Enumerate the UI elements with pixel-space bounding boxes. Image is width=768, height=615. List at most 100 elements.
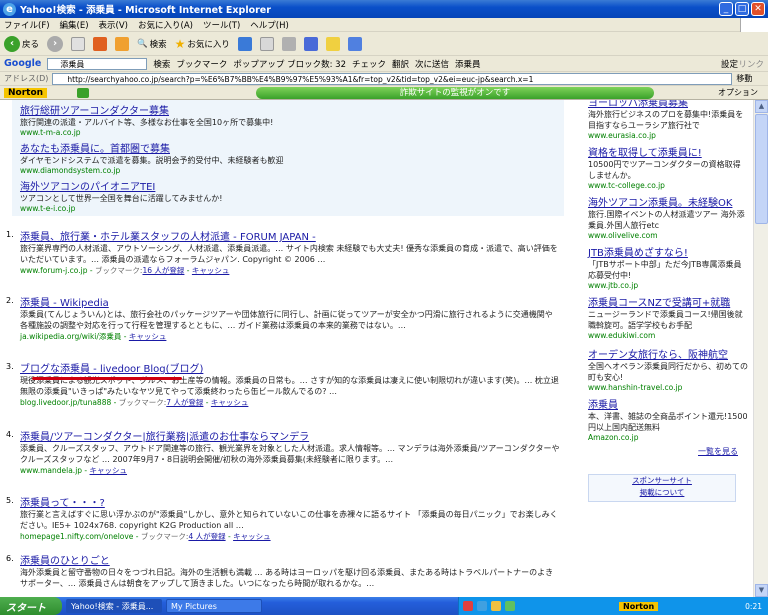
back-button[interactable]: ‹ 戻る: [4, 35, 39, 52]
result-item: 5. 添乗員って・・・? 旅行業と言えばすぐに思い浮かぶのが"添乗員"しかし、意…: [6, 494, 560, 542]
taskbar-item-ie[interactable]: Yahoo!検索 - 添乗員...: [66, 599, 162, 613]
home-icon[interactable]: [115, 36, 130, 51]
address-label: アドレス(D): [4, 74, 49, 83]
globe-icon[interactable]: [97, 86, 111, 100]
favorites-button[interactable]: ★ お気に入り: [175, 37, 230, 51]
bookmark-button[interactable]: ブックマーク: [176, 58, 227, 70]
back-arrow-icon: ‹: [4, 35, 20, 52]
norton-logo: Norton: [4, 87, 48, 98]
window-title: Yahoo!検索 - 添乗員 - Microsoft Internet Expl…: [20, 5, 271, 16]
ad-title[interactable]: 海外ツアコンのパイオニアTEI: [20, 178, 222, 193]
tray-norton[interactable]: Norton: [619, 601, 659, 611]
ad-title[interactable]: あなたも添乗員に。首都圏で募集: [20, 140, 284, 155]
sponsor-site-link[interactable]: スポンサーサイト: [589, 475, 735, 487]
search-button[interactable]: 🔍 検索: [137, 38, 167, 50]
right-ad-item: オーデン女旅行なら、阪神航空 全国へオペラン添乗員同行だから、初めての町も安心!…: [588, 350, 748, 392]
menu-favorites[interactable]: お気に入り(A): [138, 19, 193, 31]
messenger-icon[interactable]: [347, 36, 362, 51]
menu-tools[interactable]: ツール(T): [203, 19, 240, 31]
history-icon[interactable]: [237, 36, 252, 51]
translate-button[interactable]: 翻訳: [392, 58, 409, 70]
right-ad-item: 添乗員 本、洋書、雑誌の全商品ポイント還元!1500円以上国内配送無料 Amaz…: [588, 400, 748, 442]
right-ad-item: 添乗員コースNZで受講可+就職 ニュージーランドで添乗員コース!帰国後就職斡旋可…: [588, 298, 743, 340]
norton-safe-icon[interactable]: [77, 87, 90, 98]
highlight-button[interactable]: 添乗員: [455, 58, 481, 70]
result-item: 2. 添乗員 - Wikipedia 添乗員(てんじょういん)とは、旅行会社のパ…: [6, 294, 560, 342]
result-title[interactable]: ブログな添乗員 - livedoor Blog(ブログ): [20, 360, 560, 375]
ad-title[interactable]: 旅行総研ツアーコンダクター募集: [20, 102, 273, 117]
result-title[interactable]: 添乗員、旅行業・ホテル業スタッフの人材派遣 - FORUM JAPAN -: [20, 228, 560, 243]
menu-file[interactable]: ファイル(F): [4, 19, 50, 31]
scroll-down-icon[interactable]: ▼: [755, 584, 768, 597]
address-input[interactable]: http://searchyahoo.co.jp/search?p=%E6%B7…: [52, 72, 733, 85]
norton-toolbar: Norton 詐欺サイトの監視がオンです オプション: [0, 86, 768, 100]
forward-button[interactable]: ›: [47, 35, 64, 52]
sponsor-box: スポンサーサイト 掲載について: [588, 474, 736, 502]
right-ad-item: JTB添乗員めざすなら! 「JTBサポート中部」ただ今JTB専属添乗員応募受付中…: [588, 248, 742, 290]
print-icon[interactable]: [281, 36, 296, 51]
more-ads-link[interactable]: 一覧を見る: [698, 446, 738, 457]
tray-icon[interactable]: [463, 601, 473, 611]
result-item: 1. 添乗員、旅行業・ホテル業スタッフの人材派遣 - FORUM JAPAN -…: [6, 228, 560, 276]
sponsor-info-link[interactable]: 掲載について: [589, 487, 735, 499]
result-title[interactable]: 添乗員 - Wikipedia: [20, 294, 560, 309]
send-button[interactable]: 次に送信: [415, 58, 449, 70]
address-bar: アドレス(D) http://searchyahoo.co.jp/search?…: [0, 72, 768, 86]
edit-icon[interactable]: [303, 36, 318, 51]
menu-edit[interactable]: 編集(E): [60, 19, 89, 31]
scroll-thumb[interactable]: [755, 114, 768, 224]
clock: 0:21: [745, 601, 762, 611]
vertical-scrollbar[interactable]: ▲ ▼: [753, 100, 768, 597]
norton-options[interactable]: オプション: [718, 87, 758, 98]
maximize-button[interactable]: □: [735, 2, 749, 16]
result-title[interactable]: 添乗員って・・・?: [20, 494, 560, 509]
settings-button[interactable]: 設定: [721, 58, 738, 70]
tray-icon[interactable]: [477, 601, 487, 611]
ie-logo-icon: e: [3, 2, 16, 16]
forward-arrow-icon: ›: [47, 35, 64, 52]
taskbar: スタート Yahoo!検索 - 添乗員... My Pictures Norto…: [0, 597, 768, 615]
start-button[interactable]: スタート: [0, 597, 62, 615]
red-underline-mark: [32, 377, 182, 380]
result-item: 3. ブログな添乗員 - livedoor Blog(ブログ) 現役添乗員による…: [6, 360, 560, 407]
google-toolbar: Google 添乗員 検索 ブックマーク ポップアップ ブロック数: 32 チェ…: [0, 56, 768, 72]
menu-view[interactable]: 表示(V): [99, 19, 128, 31]
minimize-button[interactable]: _: [719, 2, 733, 16]
popup-blocker[interactable]: ポップアップ ブロック数: 32: [233, 58, 346, 70]
tray-icon[interactable]: [491, 601, 501, 611]
link-button[interactable]: リンク: [738, 58, 764, 70]
go-button[interactable]: 移動: [736, 73, 752, 84]
google-search-button[interactable]: 検索: [153, 58, 170, 70]
windows-logo-icon: [740, 18, 768, 32]
title-bar: e Yahoo!検索 - 添乗員 - Microsoft Internet Ex…: [0, 0, 768, 18]
mail-icon[interactable]: [259, 36, 274, 51]
close-button[interactable]: ✕: [751, 2, 765, 16]
result-title[interactable]: 添乗員のひとりごと: [20, 552, 560, 567]
magnifier-icon: 🔍: [137, 38, 148, 49]
taskbar-item-pictures[interactable]: My Pictures: [166, 599, 262, 613]
result-title[interactable]: 添乗員/ツアーコンダクター|旅行業務|派遣のお仕事ならマンデラ: [20, 428, 560, 443]
google-logo: Google: [4, 58, 42, 69]
ad-item: あなたも添乗員に。首都圏で募集 ダイヤモンドシステムで派遣を募集。説明会予約受付…: [20, 140, 284, 175]
ad-item: 旅行総研ツアーコンダクター募集 旅行関連の派遣・アルバイト等、多様なお仕事を全国…: [20, 102, 273, 137]
result-item: 4. 添乗員/ツアーコンダクター|旅行業務|派遣のお仕事ならマンデラ 添乗員、ク…: [6, 428, 560, 475]
menu-help[interactable]: ヘルプ(H): [250, 19, 289, 31]
refresh-icon[interactable]: [93, 36, 108, 51]
system-tray: Norton 0:21: [458, 597, 768, 615]
tray-icon[interactable]: [505, 601, 515, 611]
result-item: 6. 添乗員のひとりごと 海外添乗員と留守番物の日々をつづれ日記。海外の生活観も…: [6, 552, 560, 589]
stop-icon[interactable]: [71, 36, 86, 51]
star-icon: ★: [174, 36, 186, 51]
google-search-input[interactable]: 添乗員: [47, 57, 148, 70]
right-ad-item: ヨーロッパ添乗員募集 海外旅行ビジネスのプロを募集中!添乗員を目指すならユーラシ…: [588, 100, 744, 140]
menu-bar: ファイル(F) 編集(E) 表示(V) お気に入り(A) ツール(T) ヘルプ(…: [0, 18, 768, 32]
right-ad-item: 海外ツアコン添乗員。未経験OK 旅行.国際イベントの人材派遣ツアー 海外添乗員.…: [588, 198, 745, 240]
norton-status: 詐欺サイトの監視がオンです: [256, 87, 654, 99]
discuss-icon[interactable]: [325, 36, 340, 51]
page-content: 旅行総研ツアーコンダクター募集 旅行関連の派遣・アルバイト等、多様なお仕事を全国…: [0, 100, 768, 597]
ad-item: 海外ツアコンのパイオニアTEI ツアコンとして世界一全国を舞台に活躍してみません…: [20, 178, 222, 213]
toolbar: ‹ 戻る › 🔍 検索 ★ お気に入り: [0, 32, 768, 56]
check-button[interactable]: チェック: [352, 58, 386, 70]
right-ad-item: 資格を取得して添乗員に! 10500円でツアーコンダクターの資格取得しませんか。…: [588, 148, 741, 190]
scroll-up-icon[interactable]: ▲: [755, 100, 768, 113]
